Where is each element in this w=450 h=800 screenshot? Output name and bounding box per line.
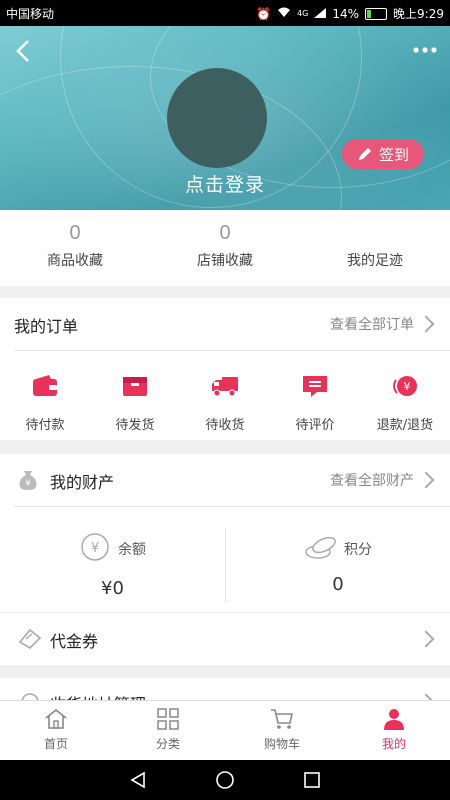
assets-header[interactable]: ¥ 我的财产 查看全部财产 xyxy=(0,454,450,506)
order-pending-review[interactable]: 待评价 xyxy=(270,370,360,433)
balance-label: 余额 xyxy=(118,542,146,558)
divider xyxy=(14,506,450,507)
favorites-stats: 0 商品收藏 0 店铺收藏 我的足迹 xyxy=(0,210,450,286)
order-label: 待收货 xyxy=(205,418,245,433)
nav-home[interactable]: 首页 xyxy=(0,707,112,752)
shop-favorites-count: 0 xyxy=(219,222,231,244)
divider xyxy=(14,350,450,351)
points-coins-icon xyxy=(305,536,336,559)
nav-label: 首页 xyxy=(43,737,68,751)
back-button[interactable] xyxy=(12,38,34,64)
points-label: 积分 xyxy=(344,542,372,558)
footprints-spacer xyxy=(300,222,450,244)
network-label: 4G xyxy=(297,9,309,18)
wifi-icon xyxy=(277,7,291,21)
back-arrow-icon xyxy=(16,40,29,62)
voucher-label: 代金券 xyxy=(50,632,99,651)
nav-cart[interactable]: 购物车 xyxy=(226,707,338,752)
battery-percent: 14% xyxy=(332,6,360,21)
login-link[interactable]: 点击登录 xyxy=(0,170,450,197)
product-favorites-label: 商品收藏 xyxy=(47,253,103,269)
my-footprints[interactable]: 我的足迹 xyxy=(300,210,450,270)
home-icon xyxy=(45,708,67,729)
balance-block[interactable]: ¥ 余额 ¥0 xyxy=(0,520,225,608)
more-dots-icon xyxy=(413,47,437,53)
voucher-row[interactable]: 代金券 xyxy=(0,613,450,665)
orders-title: 我的订单 xyxy=(14,317,79,336)
back-triangle-icon[interactable] xyxy=(128,770,148,790)
order-pending-payment[interactable]: 待付款 xyxy=(0,370,90,433)
product-favorites[interactable]: 0 商品收藏 xyxy=(0,210,150,270)
voucher-icon xyxy=(18,628,42,650)
avatar[interactable] xyxy=(167,68,267,168)
order-pending-receipt[interactable]: 待收货 xyxy=(180,370,270,433)
svg-text:¥: ¥ xyxy=(404,380,411,393)
points-block[interactable]: 积分 0 xyxy=(226,520,450,608)
status-bar: 中国移动 ⏰ 4G 14% 晚上9:29 xyxy=(0,0,450,26)
order-pending-shipment[interactable]: 待发货 xyxy=(90,370,180,433)
shop-favorites[interactable]: 0 店铺收藏 xyxy=(150,210,300,270)
truck-icon xyxy=(212,377,238,397)
category-icon xyxy=(157,708,179,730)
battery-icon xyxy=(365,7,388,20)
money-bag-icon: ¥ xyxy=(19,471,37,490)
signal-icon xyxy=(314,7,327,21)
user-icon xyxy=(384,709,404,730)
alarm-icon: ⏰ xyxy=(256,6,272,21)
shop-favorites-label: 店铺收藏 xyxy=(197,253,253,269)
order-refund[interactable]: ¥ 退款/退货 xyxy=(360,370,450,433)
home-circle-icon[interactable] xyxy=(215,770,235,790)
orders-header[interactable]: 我的订单 查看全部订单 xyxy=(0,298,450,350)
chevron-right-icon xyxy=(417,315,435,333)
chevron-right-icon xyxy=(417,630,435,648)
nav-category[interactable]: 分类 xyxy=(112,707,224,752)
refund-icon: ¥ xyxy=(393,376,417,396)
view-all-assets[interactable]: 查看全部财产 xyxy=(330,470,414,490)
svg-text:¥: ¥ xyxy=(25,479,31,489)
nav-mine[interactable]: 我的 xyxy=(338,707,450,752)
nav-label: 购物车 xyxy=(263,737,300,751)
footprints-label: 我的足迹 xyxy=(347,253,403,269)
system-nav-bar xyxy=(0,760,450,800)
status-icons: ⏰ 4G 14% 晚上9:29 xyxy=(256,5,444,22)
order-label: 退款/退货 xyxy=(376,418,434,433)
clock: 晚上9:29 xyxy=(393,7,444,21)
box-icon xyxy=(123,377,147,396)
product-favorites-count: 0 xyxy=(69,222,81,244)
pencil-icon xyxy=(358,148,371,160)
carrier-label: 中国移动 xyxy=(6,7,55,21)
signin-label: 签到 xyxy=(378,145,409,164)
yuan-coin-icon: ¥ xyxy=(81,533,109,561)
view-all-orders[interactable]: 查看全部订单 xyxy=(330,314,414,334)
assets-title: 我的财产 xyxy=(50,473,115,492)
comment-icon xyxy=(303,376,327,397)
order-label: 待发货 xyxy=(115,418,155,433)
svg-text:¥: ¥ xyxy=(91,541,99,556)
wallet-icon xyxy=(33,375,57,396)
recents-square-icon[interactable] xyxy=(302,770,322,790)
order-label: 待评价 xyxy=(295,418,335,433)
nav-label: 我的 xyxy=(381,737,406,751)
signin-button[interactable]: 签到 xyxy=(342,139,424,169)
order-label: 待付款 xyxy=(25,418,65,433)
chevron-right-icon xyxy=(417,471,435,489)
nav-label: 分类 xyxy=(155,737,180,751)
balance-value: ¥0 xyxy=(101,578,124,599)
more-button[interactable] xyxy=(412,42,438,58)
cart-icon xyxy=(271,709,293,729)
points-value: 0 xyxy=(332,574,344,595)
bottom-nav: 首页 分类 购物车 我的 xyxy=(0,700,450,761)
